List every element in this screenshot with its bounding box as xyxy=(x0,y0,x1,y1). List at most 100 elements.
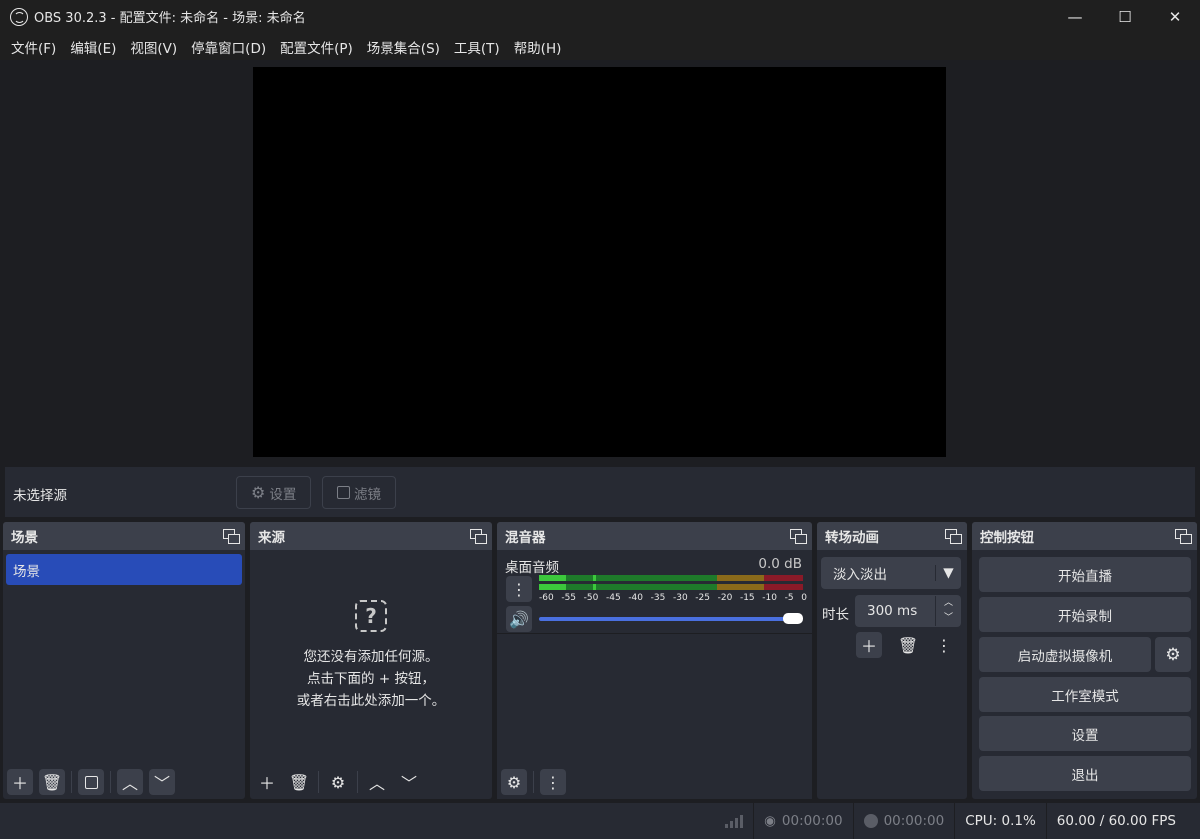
audio-channel: 桌面音频 0.0 dB ⋮ -60 -55 -50 -45 -40 -35 -3… xyxy=(497,550,812,634)
window-title: OBS 30.2.3 - 配置文件: 未命名 - 场景: 未命名 xyxy=(34,11,306,26)
source-properties-button[interactable]: ⚙ xyxy=(325,769,351,795)
broadcast-icon: ◉ xyxy=(764,813,776,829)
meter-tick: -55 xyxy=(561,593,577,603)
more-vertical-icon: ⋮ xyxy=(936,635,952,655)
advanced-audio-button[interactable]: ⚙ xyxy=(501,769,527,795)
menu-tools[interactable]: 工具(T) xyxy=(447,37,507,57)
gear-icon: ⚙ xyxy=(1165,644,1181,665)
start-stream-button[interactable]: 开始直播 xyxy=(979,557,1191,592)
filters-label: 滤镜 xyxy=(354,486,381,503)
signal-bars-icon xyxy=(725,814,744,828)
close-button[interactable]: ✕ xyxy=(1150,0,1200,33)
question-icon: ? xyxy=(355,600,387,632)
cpu-usage: CPU: 0.1% xyxy=(954,803,1046,839)
filter-icon xyxy=(337,486,350,499)
volume-slider[interactable] xyxy=(539,612,803,626)
add-scene-button[interactable]: ＋ xyxy=(7,769,33,795)
gears-icon: ⚙ xyxy=(506,772,522,792)
divider xyxy=(71,771,72,793)
meter-tick: -35 xyxy=(650,593,666,603)
menu-file[interactable]: 文件(F) xyxy=(4,37,63,57)
remove-source-button[interactable]: 🗑 xyxy=(286,769,312,795)
studio-mode-button[interactable]: 工作室模式 xyxy=(979,677,1191,712)
mixer-dock: 混音器 桌面音频 0.0 dB ⋮ -60 -55 -50 -45 -40 -3… xyxy=(497,522,812,799)
virtual-camera-button[interactable]: 启动虚拟摄像机 xyxy=(979,637,1151,672)
fps-display: 60.00 / 60.00 FPS xyxy=(1045,803,1186,839)
menu-view[interactable]: 视图(V) xyxy=(123,37,184,57)
mixer-menu-button[interactable]: ⋮ xyxy=(540,769,566,795)
divider xyxy=(533,771,534,793)
empty-line: 点击下面的 + 按钮， xyxy=(307,671,435,687)
meter-tick: -60 xyxy=(539,593,554,603)
move-source-down-button[interactable]: ﹀ xyxy=(396,769,422,795)
settings-button[interactable]: 设置 xyxy=(979,716,1191,751)
minimize-button[interactable]: — xyxy=(1050,0,1100,33)
no-sources-message[interactable]: ? 您还没有添加任何源。 点击下面的 + 按钮， 或者右击此处添加一个。 xyxy=(250,600,492,712)
start-record-button[interactable]: 开始录制 xyxy=(979,597,1191,632)
remove-scene-button[interactable]: 🗑 xyxy=(39,769,65,795)
menu-profile[interactable]: 配置文件(P) xyxy=(273,37,360,57)
title-bar: OBS 30.2.3 - 配置文件: 未命名 - 场景: 未命名 — ☐ ✕ xyxy=(0,0,1200,33)
network-status xyxy=(715,803,753,839)
speaker-icon: 🔊 xyxy=(509,609,529,629)
preview-canvas[interactable] xyxy=(253,67,946,457)
chevron-up-icon[interactable]: ︿ xyxy=(936,596,961,611)
meter-tick: -25 xyxy=(695,593,710,603)
stream-status: ◉ 00:00:00 xyxy=(753,803,852,839)
virtual-camera-settings-button[interactable]: ⚙ xyxy=(1155,637,1191,672)
channel-menu-button[interactable]: ⋮ xyxy=(506,576,532,602)
filters-button[interactable]: 滤镜 xyxy=(322,476,396,509)
more-vertical-icon: ⋮ xyxy=(545,772,561,792)
mute-button[interactable]: 🔊 xyxy=(506,606,532,632)
empty-line: 或者右击此处添加一个。 xyxy=(296,693,446,709)
gear-icon: ⚙ xyxy=(330,772,346,792)
transition-select[interactable]: 淡入淡出 ▼ xyxy=(821,557,961,589)
move-scene-down-button[interactable]: ﹀ xyxy=(149,769,175,795)
divider xyxy=(318,771,319,793)
add-source-button[interactable]: ＋ xyxy=(254,769,280,795)
record-dot-icon xyxy=(863,814,878,828)
meter-tick: -30 xyxy=(672,593,688,603)
transitions-dock: 转场动画 淡入淡出 ▼ 时长 300 ms ︿ ﹀ ＋ 🗑 ⋮ xyxy=(817,522,967,799)
duration-spinbox[interactable]: 300 ms ︿ ﹀ xyxy=(855,595,961,627)
gear-icon: ⚙ xyxy=(251,483,266,502)
meter-tick: -10 xyxy=(762,593,777,603)
move-scene-up-button[interactable]: ︿ xyxy=(117,769,143,795)
channel-level: 0.0 dB xyxy=(758,556,802,572)
status-bar: ◉ 00:00:00 00:00:00 CPU: 0.1% 60.00 / 60… xyxy=(0,803,1200,839)
add-transition-button[interactable]: ＋ xyxy=(856,632,882,658)
meter-tick: -40 xyxy=(628,593,644,603)
maximize-button[interactable]: ☐ xyxy=(1100,0,1150,33)
trash-icon: 🗑 xyxy=(288,772,310,792)
menu-edit[interactable]: 编辑(E) xyxy=(63,37,123,57)
transition-select-value: 淡入淡出 xyxy=(833,567,887,583)
undock-icon[interactable] xyxy=(470,529,487,544)
menu-scene-collection[interactable]: 场景集合(S) xyxy=(360,37,447,57)
trash-icon: 🗑 xyxy=(41,772,63,792)
trash-icon: 🗑 xyxy=(897,635,919,655)
chevron-down-icon: ▼ xyxy=(935,565,961,581)
record-status: 00:00:00 xyxy=(852,803,955,839)
exit-button[interactable]: 退出 xyxy=(979,756,1191,791)
scene-list-item[interactable]: 场景 xyxy=(6,554,242,585)
remove-transition-button[interactable]: 🗑 xyxy=(895,632,921,658)
move-source-up-button[interactable]: ︿ xyxy=(364,769,390,795)
chevron-down-icon[interactable]: ﹀ xyxy=(936,611,961,626)
undock-icon[interactable] xyxy=(223,529,240,544)
source-context-bar: 未选择源 ⚙ 设置 滤镜 xyxy=(5,467,1195,517)
divider xyxy=(357,771,358,793)
transition-menu-button[interactable]: ⋮ xyxy=(931,632,957,658)
undock-icon[interactable] xyxy=(790,529,807,544)
divider xyxy=(110,771,111,793)
menu-help[interactable]: 帮助(H) xyxy=(507,37,569,57)
properties-button[interactable]: ⚙ 设置 xyxy=(236,476,312,509)
meter-tick: -20 xyxy=(717,593,733,603)
menu-docks[interactable]: 停靠窗口(D) xyxy=(184,37,273,57)
duration-value: 300 ms xyxy=(867,603,918,619)
duration-label: 时长 xyxy=(822,607,849,623)
undock-icon[interactable] xyxy=(945,529,962,544)
scene-filters-button[interactable] xyxy=(78,769,104,795)
record-time: 00:00:00 xyxy=(883,813,945,829)
undock-icon[interactable] xyxy=(1175,529,1192,544)
obs-logo-icon xyxy=(10,7,28,26)
